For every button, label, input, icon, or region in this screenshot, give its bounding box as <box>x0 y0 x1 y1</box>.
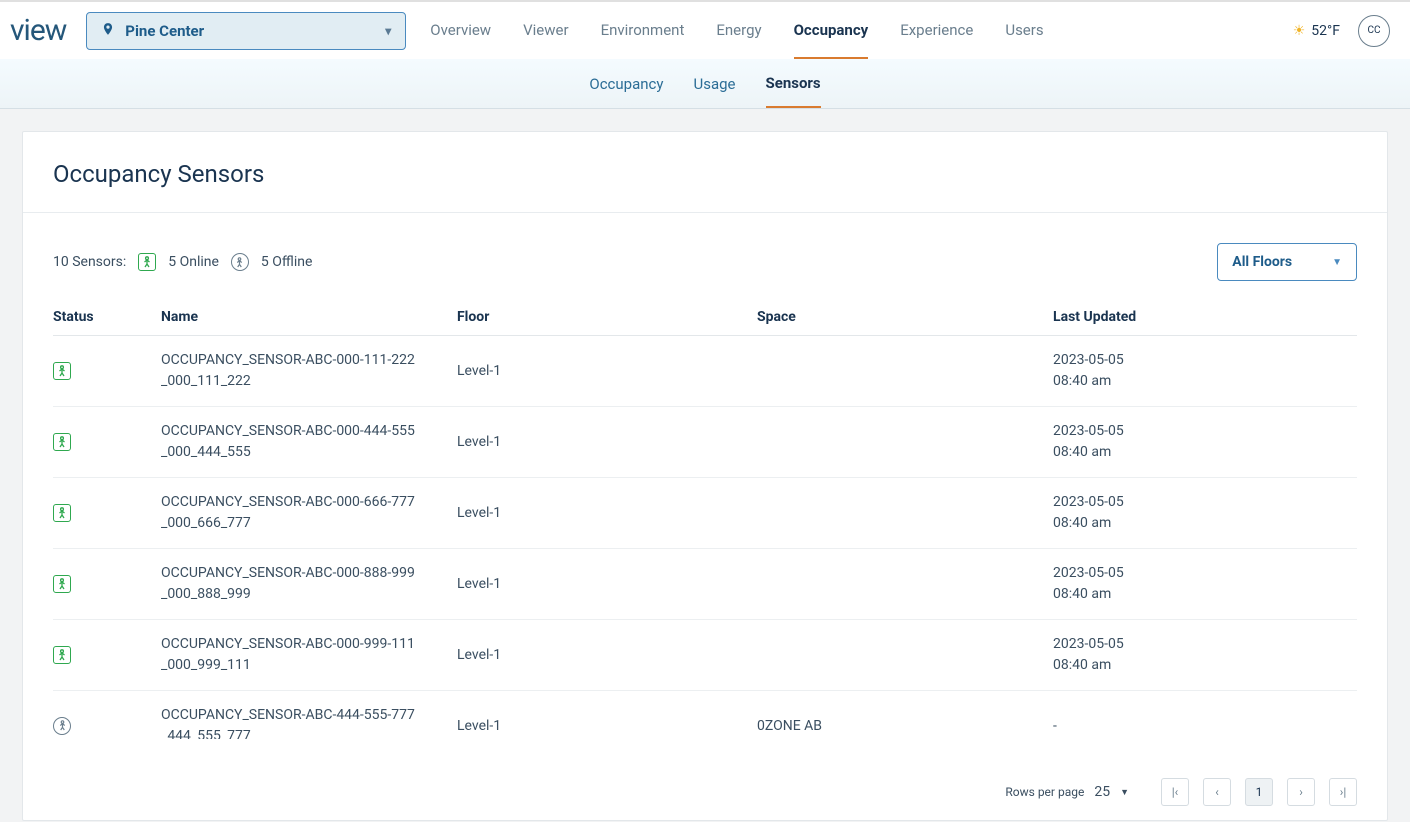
col-floor[interactable]: Floor <box>457 309 757 325</box>
updated-cell: 2023-05-0508:40 am <box>1053 563 1357 605</box>
table-row[interactable]: OCCUPANCY_SENSOR-ABC-000-999-111_000_999… <box>53 620 1357 691</box>
floor-cell: Level-1 <box>457 718 757 734</box>
table-row[interactable]: OCCUPANCY_SENSOR-ABC-000-444-555_000_444… <box>53 407 1357 478</box>
floor-cell: Level-1 <box>457 434 757 450</box>
page-number-button[interactable]: 1 <box>1245 778 1273 806</box>
person-online-icon <box>53 504 71 522</box>
top-bar: view Pine Center ▾ Overview Viewer Environ… <box>0 0 1410 59</box>
rows-per-page-label: Rows per page <box>1005 785 1084 799</box>
updated-cell: 2023-05-0508:40 am <box>1053 350 1357 392</box>
space-cell: 0ZONE AB <box>757 718 1053 734</box>
sensor-summary: 10 Sensors: 5 Online 5 Offline <box>53 253 312 271</box>
summary-offline: 5 Offline <box>261 254 312 270</box>
sun-icon: ☀ <box>1293 23 1306 39</box>
floor-cell: Level-1 <box>457 647 757 663</box>
name-cell: OCCUPANCY_SENSOR-ABC-000-444-555_000_444… <box>161 421 421 463</box>
name-cell: OCCUPANCY_SENSOR-ABC-000-999-111_000_999… <box>161 634 421 676</box>
updated-cell: 2023-05-0508:40 am <box>1053 634 1357 676</box>
table-row[interactable]: OCCUPANCY_SENSOR-ABC-444-555-777_444_555… <box>53 691 1357 739</box>
status-cell <box>53 575 161 594</box>
floor-cell: Level-1 <box>457 576 757 592</box>
temperature: 52°F <box>1311 23 1340 39</box>
name-cell: OCCUPANCY_SENSOR-ABC-000-666-777_000_666… <box>161 492 421 534</box>
subnav-occupancy[interactable]: Occupancy <box>589 61 663 107</box>
person-offline-icon <box>53 717 71 735</box>
status-cell <box>53 717 161 736</box>
status-cell <box>53 646 161 665</box>
page-last-button[interactable]: ›| <box>1329 778 1357 806</box>
nav-environment[interactable]: Environment <box>601 3 685 59</box>
sub-nav: Occupancy Usage Sensors <box>0 59 1410 109</box>
dropdown-arrow-icon: ▼ <box>1332 257 1342 268</box>
weather: ☀ 52°F <box>1293 23 1340 39</box>
table-row[interactable]: OCCUPANCY_SENSOR-ABC-000-666-777_000_666… <box>53 478 1357 549</box>
person-offline-icon <box>231 253 249 271</box>
status-cell <box>53 504 161 523</box>
map-pin-icon <box>101 21 115 41</box>
name-cell: OCCUPANCY_SENSOR-ABC-000-111-222_000_111… <box>161 350 421 392</box>
table-scroll[interactable]: StatusNameFloorSpaceLast Updated OCCUPAN… <box>23 299 1387 739</box>
rows-per-page[interactable]: Rows per page 25 ▼ <box>1005 784 1129 800</box>
summary-total: 10 Sensors: <box>53 254 126 270</box>
name-cell: OCCUPANCY_SENSOR-ABC-444-555-777_444_555… <box>161 705 421 739</box>
status-cell <box>53 362 161 381</box>
name-cell: OCCUPANCY_SENSOR-ABC-000-888-999_000_888… <box>161 563 421 605</box>
location-select[interactable]: Pine Center ▾ <box>86 12 406 50</box>
table-row[interactable]: OCCUPANCY_SENSOR-ABC-000-111-222_000_111… <box>53 336 1357 407</box>
updated-cell: 2023-05-0508:40 am <box>1053 492 1357 534</box>
floor-filter-label: All Floors <box>1232 254 1292 270</box>
page-title: Occupancy Sensors <box>53 160 1357 188</box>
person-online-icon <box>53 433 71 451</box>
floor-cell: Level-1 <box>457 363 757 379</box>
updated-cell: - <box>1053 716 1357 737</box>
nav-occupancy[interactable]: Occupancy <box>794 3 869 59</box>
col-status[interactable]: Status <box>53 309 161 325</box>
person-online-icon <box>53 575 71 593</box>
floor-cell: Level-1 <box>457 505 757 521</box>
table-body: OCCUPANCY_SENSOR-ABC-000-111-222_000_111… <box>53 336 1357 739</box>
person-online-icon <box>53 646 71 664</box>
nav-overview[interactable]: Overview <box>430 3 491 59</box>
filters-row: 10 Sensors: 5 Online 5 Offline All Floor… <box>23 213 1387 281</box>
subnav-usage[interactable]: Usage <box>693 61 735 107</box>
nav-users[interactable]: Users <box>1005 3 1043 59</box>
table-row[interactable]: OCCUPANCY_SENSOR-ABC-000-888-999_000_888… <box>53 549 1357 620</box>
page-next-button[interactable]: › <box>1287 778 1315 806</box>
logo: view <box>10 13 66 48</box>
card-header: Occupancy Sensors <box>23 132 1387 213</box>
summary-online: 5 Online <box>168 254 219 270</box>
avatar[interactable]: CC <box>1358 15 1390 47</box>
floor-filter-select[interactable]: All Floors ▼ <box>1217 243 1357 281</box>
subnav-sensors[interactable]: Sensors <box>766 60 821 108</box>
main-nav: Overview Viewer Environment Energy Occupancy… <box>430 3 1043 59</box>
nav-viewer[interactable]: Viewer <box>523 3 568 59</box>
page-prev-button[interactable]: ‹ <box>1203 778 1231 806</box>
updated-cell: 2023-05-0508:40 am <box>1053 421 1357 463</box>
dropdown-arrow-icon: ▼ <box>1120 787 1129 798</box>
table-wrap: StatusNameFloorSpaceLast Updated OCCUPAN… <box>23 299 1387 768</box>
content-card: Occupancy Sensors 10 Sensors: 5 Online 5… <box>22 131 1388 821</box>
table-header: StatusNameFloorSpaceLast Updated <box>53 299 1357 336</box>
nav-energy[interactable]: Energy <box>716 3 761 59</box>
person-online-icon <box>138 253 156 271</box>
location-name: Pine Center <box>125 22 375 40</box>
col-space[interactable]: Space <box>757 309 1053 325</box>
status-cell <box>53 433 161 452</box>
page-first-button[interactable]: |‹ <box>1161 778 1189 806</box>
person-online-icon <box>53 362 71 380</box>
col-name[interactable]: Name <box>161 309 457 325</box>
pagination: Rows per page 25 ▼ |‹ ‹ 1 › ›| <box>23 768 1387 820</box>
rows-per-page-value: 25 <box>1094 784 1110 800</box>
col-last-updated[interactable]: Last Updated <box>1053 309 1357 325</box>
nav-experience[interactable]: Experience <box>900 3 973 59</box>
chevron-down-icon: ▾ <box>385 24 391 38</box>
